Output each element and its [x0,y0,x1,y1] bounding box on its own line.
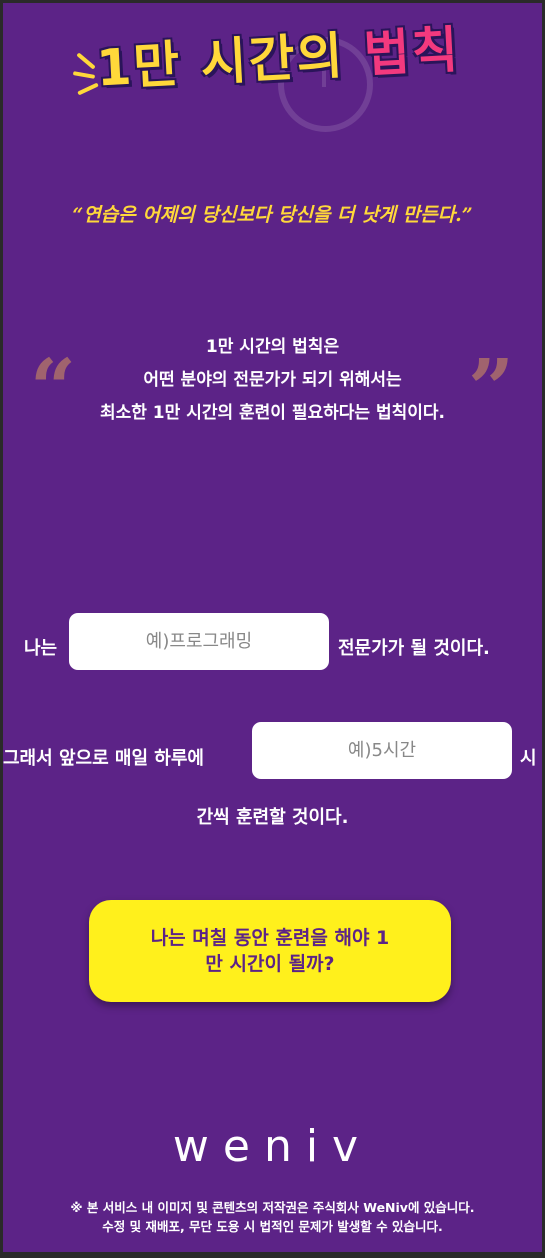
description-line-3: 최소한 1만 시간의 훈련이 필요하다는 법칙이다. [99,403,446,423]
description-line-1: 1만 시간의 법칙은 [3,331,542,364]
hours-input[interactable] [252,722,512,779]
title-main: 1만 시간의 [95,25,366,98]
form-suffix-2b: 간씩 훈련할 것이다. [196,807,349,828]
title-accent: 법칙 [362,20,462,84]
description-line-2: 어떤 분야의 전문가가 되기 위해서는 [143,370,402,390]
hero-logo: 1만 시간의 법칙 [72,15,483,132]
app-page: 1만 시간의 법칙 “연습은 어제의 당신보다 당신을 더 낫게 만든다.” “… [3,3,542,1252]
page-title: 1만 시간의 법칙 [71,8,484,101]
form-prefix-2: 그래서 앞으로 매일 하루에 [3,748,204,769]
calculate-button[interactable]: 나는 며칠 동안 훈련을 해야 1만 시간이 될까? [89,900,451,1002]
footer-line-1: ※ 본 서비스 내 이미지 및 콘텐츠의 저작권은 주식회사 WeNiv에 있습… [70,1200,475,1215]
rule-description: 1만 시간의 법칙은 어떤 분야의 전문가가 되기 위해서는 최소한 1만 시간… [3,331,542,430]
description-highlight: 1만 시간의 법칙 [205,337,324,357]
form-prefix-1: 나는 [24,638,58,659]
description-suffix: 은 [323,337,340,357]
motto-quote: “연습은 어제의 당신보다 당신을 더 낫게 만든다.” [72,204,473,226]
form-suffix-2a: 시 [520,748,537,769]
footer-line-2: 수정 및 재배포, 무단 도용 시 법적인 문제가 발생할 수 있습니다. [102,1219,443,1234]
field-input[interactable] [69,613,329,670]
copyright-footer: ※ 본 서비스 내 이미지 및 콘텐츠의 저작권은 주식회사 WeNiv에 있습… [3,1198,542,1236]
weniv-logo: weniv [172,1121,373,1172]
form-suffix-1: 전문가가 될 것이다. [338,638,490,659]
